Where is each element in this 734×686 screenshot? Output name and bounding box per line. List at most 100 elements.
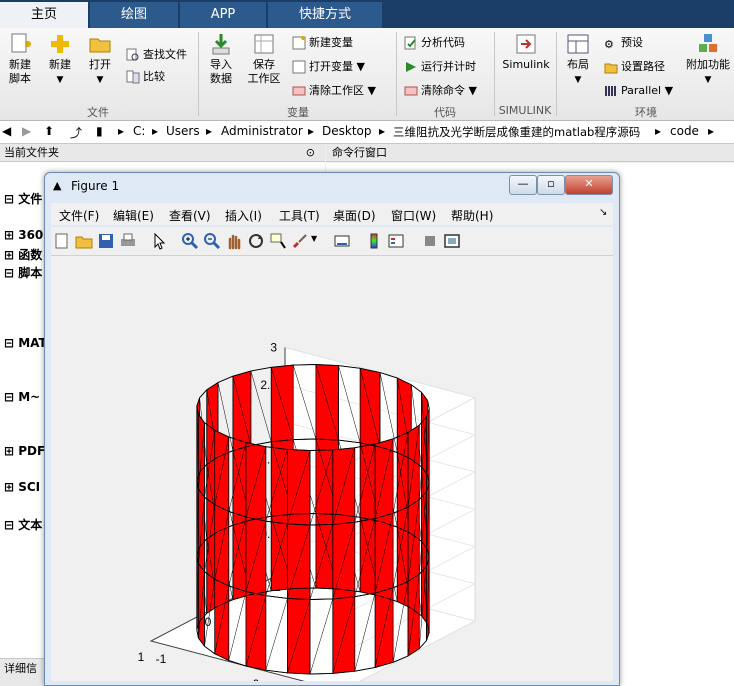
path-sep-icon: ▸: [308, 124, 315, 138]
import-data-button[interactable]: 导入 数据: [204, 32, 238, 86]
menu-edit[interactable]: 编辑(E): [113, 207, 154, 224]
folder-row[interactable]: ⊞ 函数: [4, 246, 42, 263]
run-and-time-button[interactable]: 运行并计时: [404, 58, 476, 76]
maximize-button[interactable]: ▫: [537, 175, 565, 195]
new-script-button[interactable]: 新建 脚本: [4, 32, 36, 86]
folder-row[interactable]: ⊟ 文件: [4, 190, 42, 207]
pointer-icon[interactable]: [151, 232, 169, 250]
simulink-group-label: SIMULINK: [498, 104, 552, 117]
folder-row[interactable]: ⊞ PDF: [4, 444, 45, 458]
open-button[interactable]: 打开 ▼: [84, 32, 116, 87]
tab-plots[interactable]: 绘图: [90, 2, 178, 28]
tab-home[interactable]: 主页: [0, 2, 88, 28]
z-tick-label: 3: [270, 341, 277, 355]
layout-icon: [567, 34, 589, 54]
menu-view[interactable]: 查看(V): [169, 207, 211, 224]
simulink-button[interactable]: Simulink: [500, 32, 552, 72]
layout-button[interactable]: 布局 ▼: [562, 32, 594, 87]
panel-menu-icon[interactable]: ⊙: [306, 144, 315, 162]
up-folder-icon[interactable]: ⬆: [44, 124, 54, 138]
link-plot-icon[interactable]: [333, 232, 351, 250]
find-files-button[interactable]: 查找文件: [126, 46, 187, 64]
folder-row[interactable]: ⊟ MAT: [4, 336, 47, 350]
compare-button[interactable]: 比较: [126, 68, 165, 86]
hide-plot-tools-icon[interactable]: [421, 232, 439, 250]
group-divider: [556, 32, 557, 116]
menu-help[interactable]: 帮助(H): [451, 207, 493, 224]
back-icon[interactable]: ◀: [2, 124, 11, 138]
tab-apps[interactable]: APP: [180, 2, 266, 28]
close-button[interactable]: ✕: [565, 175, 613, 195]
zoom-in-icon[interactable]: [181, 232, 199, 250]
legend-icon[interactable]: [387, 232, 405, 250]
minimize-button[interactable]: —: [509, 175, 537, 195]
menu-insert[interactable]: 插入(I): [225, 207, 262, 224]
path-segment[interactable]: Desktop: [322, 124, 372, 138]
figure-title: Figure 1: [71, 179, 120, 193]
surface-plot[interactable]: 00.511.522.53-101-101: [51, 256, 613, 686]
new-figure-icon[interactable]: [53, 232, 71, 250]
compare-icon: [126, 70, 140, 84]
path-segment[interactable]: Users: [166, 124, 200, 138]
compare-label: 比较: [143, 70, 165, 83]
path-segment[interactable]: code: [670, 124, 699, 138]
new-variable-button[interactable]: 新建变量: [292, 34, 353, 52]
new-script-icon: [11, 33, 31, 53]
path-segment[interactable]: Administrator: [221, 124, 303, 138]
colorbar-icon[interactable]: [365, 232, 383, 250]
open-variable-icon: [292, 60, 306, 74]
print-icon[interactable]: [119, 232, 137, 250]
figure-canvas[interactable]: 00.511.522.53-101-101: [51, 256, 613, 686]
browse-icon[interactable]: ⤴: [70, 124, 82, 141]
brush-icon[interactable]: [291, 232, 309, 250]
save-workspace-label: 保存 工作区: [247, 58, 281, 85]
save-workspace-button[interactable]: 保存 工作区: [246, 32, 282, 86]
save-workspace-icon: [254, 34, 274, 54]
dock-icon[interactable]: ↘: [599, 207, 607, 218]
folder-row[interactable]: ⊞ SCI: [4, 480, 40, 494]
open-variable-label: 打开变量: [309, 60, 353, 73]
menu-file[interactable]: 文件(F): [59, 207, 99, 224]
eraser-icon: [292, 86, 306, 96]
figure-titlebar[interactable]: ▲ Figure 1 — ▫ ✕: [45, 173, 619, 201]
clear-workspace-button[interactable]: 清除工作区 ▼: [292, 82, 376, 100]
folder-row[interactable]: ⊞ 360: [4, 228, 43, 242]
analyze-code-button[interactable]: 分析代码: [404, 34, 465, 52]
menu-tools[interactable]: 工具(T): [279, 207, 320, 224]
preferences-button[interactable]: ⚙ 预设: [604, 34, 643, 52]
data-cursor-icon[interactable]: [269, 232, 287, 250]
folder-row[interactable]: ⊟ M~: [4, 390, 40, 404]
new-button[interactable]: 新建 ▼: [44, 32, 76, 87]
folder-icon: [604, 63, 618, 74]
path-segment[interactable]: 三维阻抗及光学断层成像重建的matlab程序源码: [393, 124, 640, 140]
figure-toolbar: ▼: [51, 227, 613, 256]
find-files-icon: [126, 48, 139, 61]
new-variable-icon: [292, 36, 306, 50]
folder-row[interactable]: ⊟ 脚本: [4, 264, 42, 281]
set-path-button[interactable]: 设置路径: [604, 58, 665, 76]
pan-icon[interactable]: [225, 232, 243, 250]
rotate-3d-icon[interactable]: [247, 232, 265, 250]
chevron-down-icon: ▼: [56, 75, 64, 85]
show-plot-tools-icon[interactable]: [443, 232, 461, 250]
path-sep-icon: ▸: [655, 124, 662, 138]
folder-icon: [89, 38, 111, 53]
path-sep-icon: ▸: [152, 124, 159, 138]
menu-desktop[interactable]: 桌面(D): [333, 207, 376, 224]
path-segment[interactable]: C:: [133, 124, 145, 138]
clear-commands-button[interactable]: 清除命令 ▼: [404, 82, 477, 100]
zoom-out-icon[interactable]: [203, 232, 221, 250]
open-file-icon[interactable]: [75, 232, 93, 250]
menu-window[interactable]: 窗口(W): [391, 207, 436, 224]
new-label: 新建: [49, 58, 71, 71]
chevron-down-icon: ▼: [704, 75, 712, 85]
parallel-button[interactable]: Parallel ▼: [604, 82, 673, 100]
folder-row[interactable]: ⊟ 文本: [4, 516, 42, 533]
save-icon[interactable]: [97, 232, 115, 250]
clear-commands-label: 清除命令: [421, 84, 465, 97]
chevron-down-icon[interactable]: ▼: [311, 234, 317, 243]
forward-icon[interactable]: ▶: [22, 124, 31, 138]
open-variable-button[interactable]: 打开变量 ▼: [292, 58, 365, 76]
addons-button[interactable]: 附加功能 ▼: [684, 32, 732, 87]
tab-shortcuts[interactable]: 快捷方式: [268, 2, 382, 28]
